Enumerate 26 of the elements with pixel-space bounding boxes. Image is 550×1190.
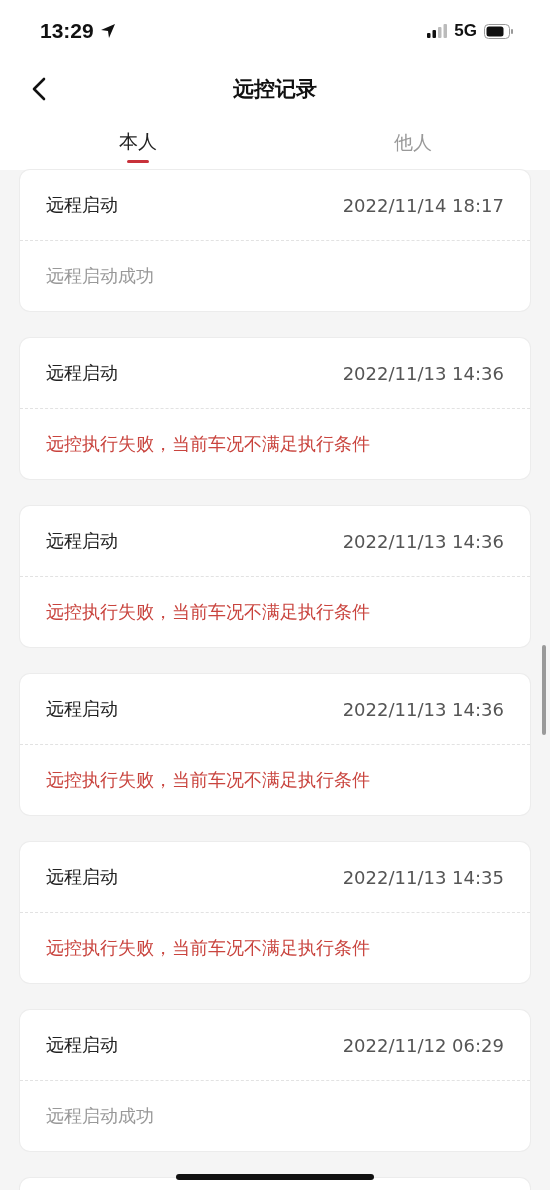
battery-icon — [484, 23, 514, 39]
signal-icon — [427, 24, 448, 38]
record-time: 2022/11/13 14:36 — [342, 530, 504, 552]
record-title: 远程启动 — [46, 193, 118, 217]
record-time: 2022/11/13 14:35 — [342, 866, 504, 888]
record-result: 远控执行失败，当前车况不满足执行条件 — [45, 432, 371, 456]
record-time: 2022/11/12 06:29 — [342, 1034, 504, 1056]
page-title: 远控记录 — [233, 76, 317, 103]
status-time: 13:29 — [40, 19, 94, 43]
tab[interactable]: 本人 — [0, 116, 275, 170]
record-result: 远控执行失败，当前车况不满足执行条件 — [45, 936, 371, 960]
network-label: 5G — [454, 21, 477, 41]
record-title: 远程启动 — [46, 529, 118, 553]
record-title: 远程启动 — [46, 865, 118, 889]
record-time: 2022/11/13 14:36 — [342, 362, 504, 384]
location-arrow-icon — [99, 23, 116, 39]
record-time: 2022/11/14 18:17 — [342, 194, 504, 216]
record-time: 2022/11/13 14:36 — [342, 698, 504, 720]
record-title: 远程启动 — [46, 1033, 118, 1057]
record-result: 远程启动成功 — [45, 264, 155, 288]
record-title: 远程启动 — [46, 361, 118, 385]
record-result: 远控执行失败，当前车况不满足执行条件 — [45, 600, 371, 624]
record-title: 远程启动 — [46, 697, 118, 721]
record-result: 远程启动成功 — [45, 1104, 155, 1128]
back-icon — [32, 77, 46, 101]
record-result: 远控执行失败，当前车况不满足执行条件 — [45, 768, 371, 792]
